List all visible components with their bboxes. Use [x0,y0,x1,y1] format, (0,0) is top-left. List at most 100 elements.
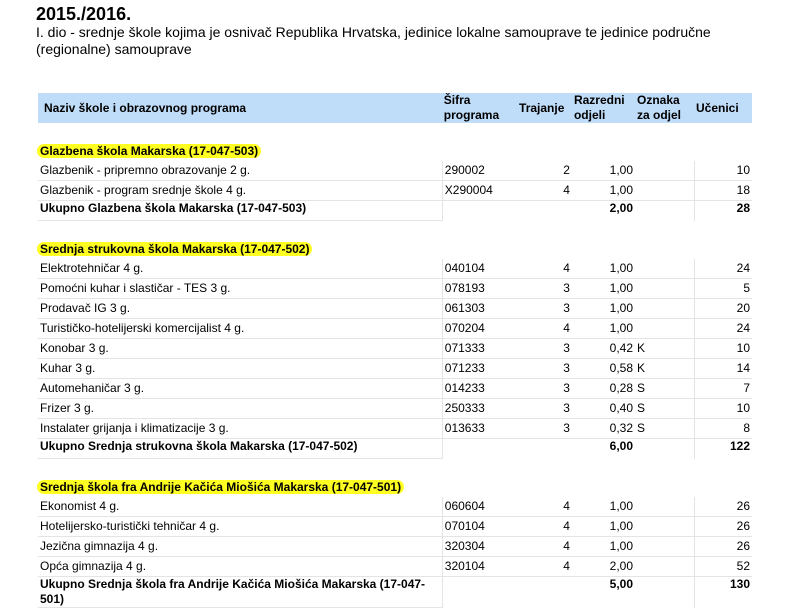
school-title: Srednja strukovna škola Makarska (17-047… [37,242,313,256]
program-name: Hotelijersko-turistički tehničar 4 g. [38,517,442,537]
program-name: Pomoćni kuhar i slastičar - TES 3 g. [38,279,442,299]
total-duration-empty [517,201,572,221]
total-duration-empty [517,577,572,608]
program-students: 24 [693,259,752,279]
program-name: Turističko-hotelijerski komercijalist 4 … [38,319,442,339]
program-name: Kuhar 3 g. [38,359,442,379]
program-mark [635,279,694,299]
spacer-row [38,123,752,142]
total-students: 122 [693,439,752,459]
program-code: 320104 [441,557,518,577]
program-classes: 0,32 [571,419,635,439]
program-duration: 3 [517,339,572,359]
program-code: 014233 [441,379,518,399]
total-label: Ukupno Srednja škola fra Andrije Kačića … [38,577,442,608]
program-name: Automehaničar 3 g. [38,379,442,399]
table-row: Instalater grijanja i klimatizacije 3 g.… [38,419,752,439]
program-classes: 1,00 [571,497,635,517]
total-classes: 2,00 [609,201,633,215]
program-duration: 4 [517,497,572,517]
program-students: 20 [693,299,752,319]
school-heading-row: Srednja strukovna škola Makarska (17-047… [37,240,752,259]
program-students: 10 [693,161,752,181]
total-row: Ukupno Glazbena škola Makarska (17-047-5… [38,201,752,221]
program-mark: S [635,399,694,419]
total-code-empty [441,439,517,459]
spacer-cell [38,459,752,478]
program-mark [635,181,694,201]
table-row: Elektrotehničar 4 g. 040104 4 1,00 24 [38,259,752,279]
table-row: Frizer 3 g. 250333 3 0,40 S 10 [38,399,752,419]
table-row: Hotelijersko-turistički tehničar 4 g. 070… [38,517,752,537]
table-row: Ekonomist 4 g. 060604 4 1,00 26 [38,497,752,517]
program-students: 5 [693,279,752,299]
program-mark: K [635,359,694,379]
program-code: 071333 [441,339,518,359]
spacer-cell [38,123,752,142]
program-mark [635,557,694,577]
program-classes: 0,40 [571,399,635,419]
schools-table: Naziv škole i obrazovnog programa Šifra … [37,93,752,608]
program-mark [635,299,694,319]
program-duration: 4 [517,259,572,279]
program-name: Prodavač IG 3 g. [38,299,442,319]
total-classes: 5,00 [609,577,633,591]
total-code-empty [441,201,517,221]
program-code: 250333 [441,399,518,419]
program-name: Opća gimnazija 4 g. [38,557,442,577]
program-classes: 0,42 [571,339,635,359]
table-row: Glazbenik - pripremno obrazovanje 2 g. 29… [38,161,752,181]
column-header-students: Učenici [693,93,752,123]
table-row: Konobar 3 g. 071333 3 0,42 K 10 [38,339,752,359]
program-duration: 4 [517,181,572,201]
spacer-cell [38,221,752,240]
table-row: Opća gimnazija 4 g. 320104 4 2,00 52 [38,557,752,577]
program-duration: 3 [517,399,572,419]
program-classes: 2,00 [571,557,635,577]
program-name: Glazbenik - program srednje škole 4 g. [38,181,442,201]
table-row: Glazbenik - program srednje škole 4 g. X2… [38,181,752,201]
program-code: 060604 [441,497,518,517]
total-mark-empty [635,201,694,221]
spacer-row [38,221,752,240]
table-row: Prodavač IG 3 g. 061303 3 1,00 20 [38,299,752,319]
program-code: 070104 [441,517,518,537]
program-classes: 0,58 [571,359,635,379]
program-mark [635,259,694,279]
program-students: 10 [693,339,752,359]
program-students: 18 [693,181,752,201]
school-title: Srednja škola fra Andrije Kačića Miošića… [37,480,405,494]
program-students: 52 [693,557,752,577]
program-code: 320304 [441,537,518,557]
program-classes: 1,00 [571,181,635,201]
program-duration: 3 [517,279,572,299]
program-mark: S [635,379,694,399]
program-mark [635,161,694,181]
program-classes: 1,00 [571,319,635,339]
program-name: Konobar 3 g. [38,339,442,359]
document-description: I. dio - srednje škole kojima je osnivač… [36,24,711,57]
program-duration: 4 [517,537,572,557]
program-code: X290004 [441,181,518,201]
program-mark: K [635,339,694,359]
column-header-name: Naziv škole i obrazovnog programa [38,93,442,123]
program-code: 040104 [441,259,518,279]
program-name: Ekonomist 4 g. [38,497,442,517]
program-duration: 2 [517,161,572,181]
program-duration: 4 [517,319,572,339]
program-classes: 1,00 [571,517,635,537]
program-classes: 1,00 [571,299,635,319]
total-row: Ukupno Srednja strukovna škola Makarska … [38,439,752,459]
school-heading-cell: Srednja škola fra Andrije Kačića Miošića… [37,478,752,497]
total-students: 28 [693,201,752,221]
program-duration: 4 [517,557,572,577]
total-label: Ukupno Srednja strukovna škola Makarska … [38,439,442,459]
school-heading-row: Srednja škola fra Andrije Kačića Miošića… [37,478,752,497]
school-heading-row: Glazbena škola Makarska (17-047-503) [37,142,752,161]
program-mark [635,517,694,537]
program-mark [635,497,694,517]
year-heading: 2015./2016. [36,4,132,24]
program-mark: S [635,419,694,439]
table-row: Jezična gimnazija 4 g. 320304 4 1,00 26 [38,537,752,557]
program-code: 070204 [441,319,518,339]
